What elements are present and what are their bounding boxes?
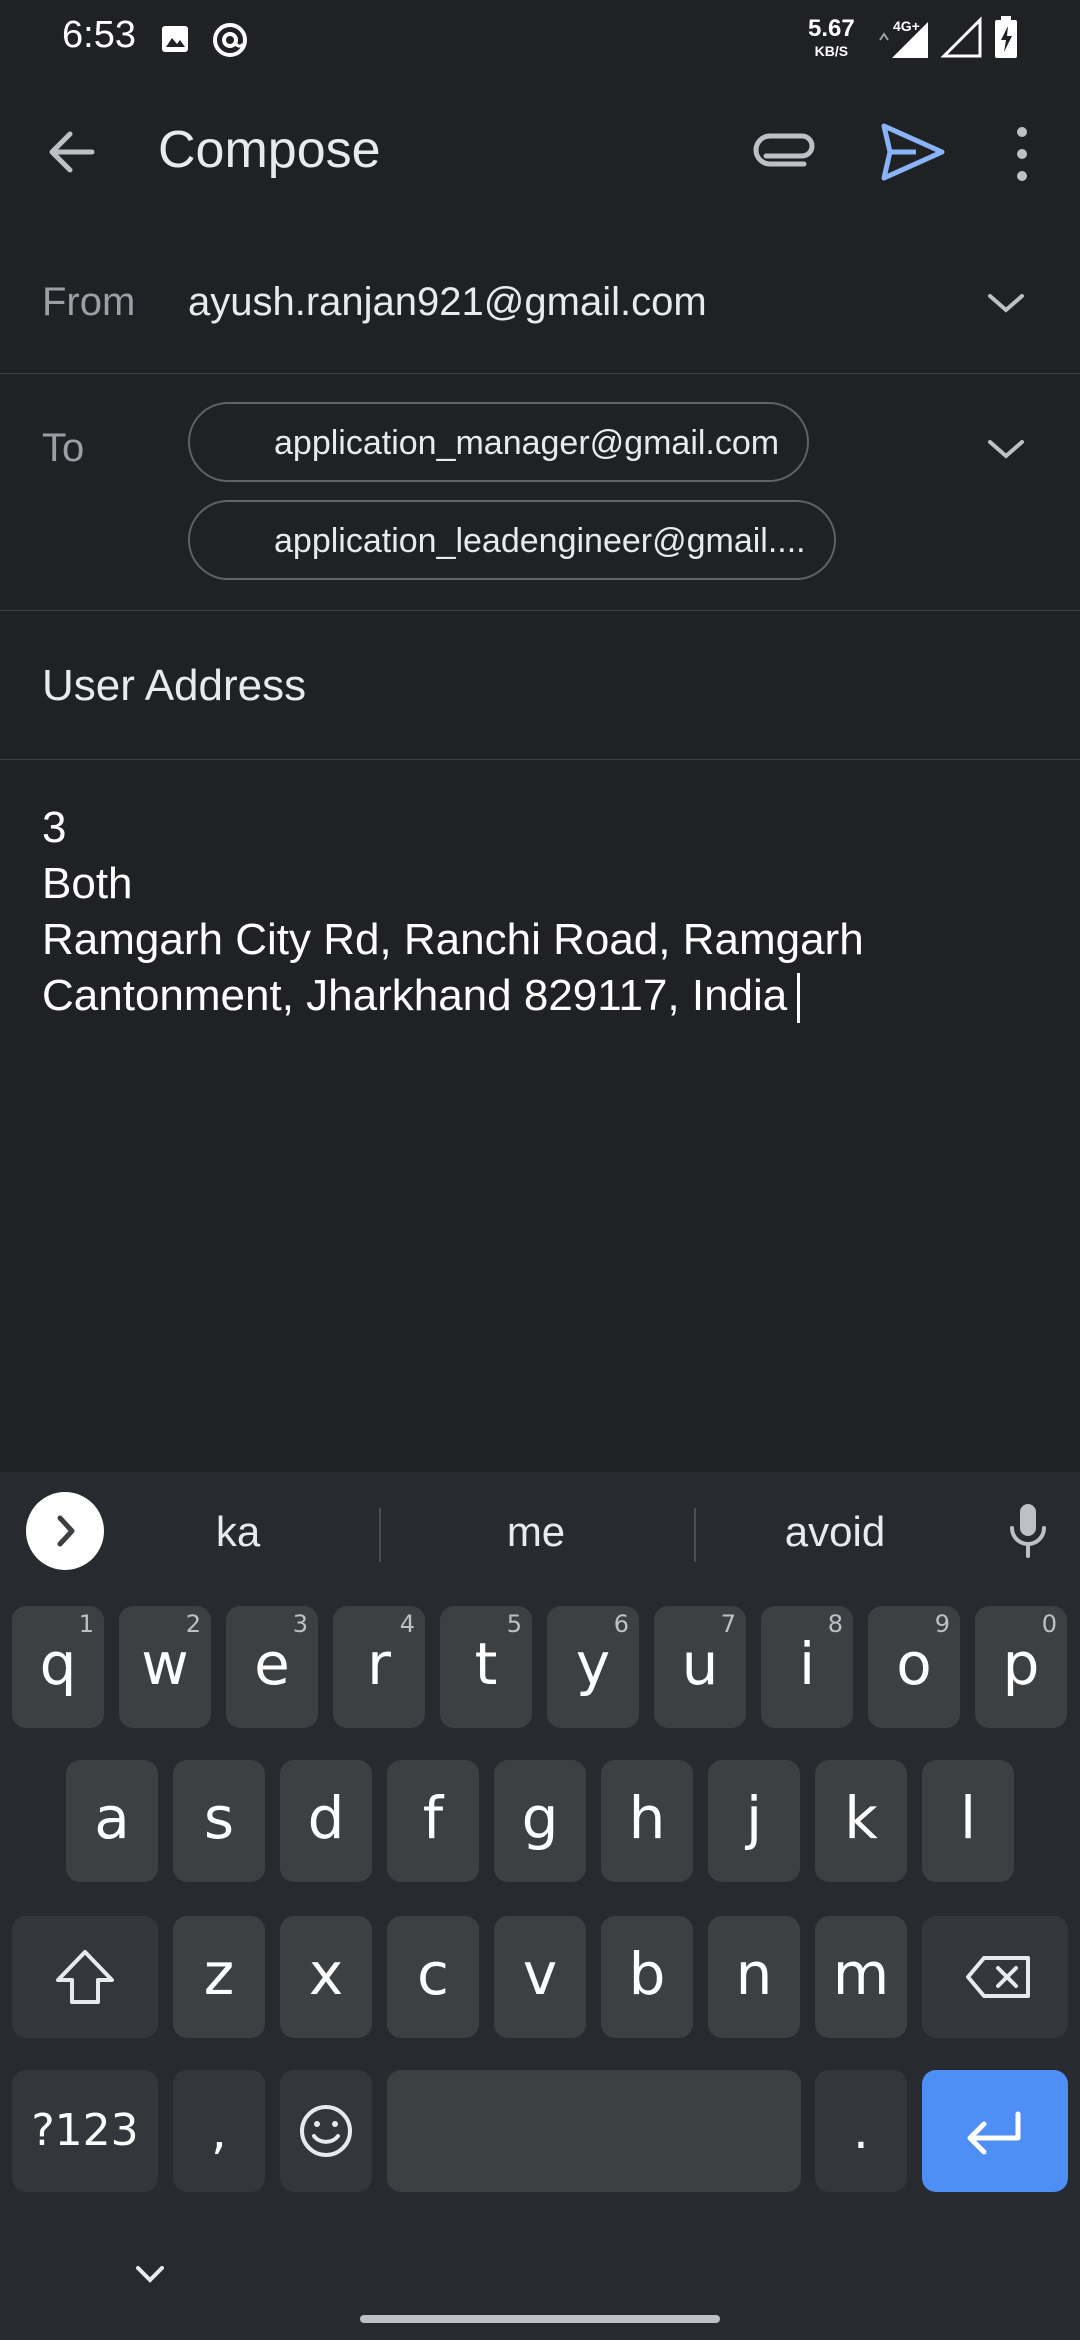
key-k[interactable]: k — [815, 1760, 907, 1882]
backspace-icon — [966, 1956, 1030, 1998]
suggestion-item[interactable]: me — [436, 1508, 636, 1556]
comma-key[interactable]: , — [173, 2070, 265, 2192]
key-w[interactable]: w2 — [119, 1606, 211, 1728]
back-arrow-icon[interactable] — [40, 120, 104, 184]
key-f[interactable]: f — [387, 1760, 479, 1882]
gesture-navigation-bar[interactable] — [360, 2315, 720, 2323]
key-x[interactable]: x — [280, 1916, 372, 2038]
period-key[interactable]: . — [815, 2070, 907, 2192]
chevron-right-icon — [57, 1515, 75, 1547]
image-notification-icon — [162, 26, 188, 52]
key-h[interactable]: h — [601, 1760, 693, 1882]
suggestion-divider — [379, 1508, 381, 1562]
from-row: From ayush.ranjan921@gmail.com — [0, 228, 1080, 374]
shift-key[interactable] — [12, 1916, 158, 2038]
network-speed-unit: KB/S — [814, 43, 849, 59]
backspace-key[interactable] — [922, 1916, 1068, 2038]
key-i[interactable]: i8 — [761, 1606, 853, 1728]
attach-file-icon[interactable] — [752, 120, 820, 188]
enter-arrow-icon — [967, 2111, 1021, 2155]
recipient-chip[interactable]: application_manager@gmail.com — [188, 402, 810, 482]
status-time: 6:53 — [62, 14, 136, 56]
key-u[interactable]: u7 — [654, 1606, 746, 1728]
key-c[interactable]: c — [387, 1916, 479, 2038]
subject-row: User Address — [0, 611, 1080, 760]
emoji-icon — [300, 2105, 352, 2157]
key-j[interactable]: j — [708, 1760, 800, 1882]
app-bar: Compose — [0, 76, 1080, 228]
recipient-chip-label: application_leadengineer@gmail.... — [274, 522, 806, 560]
from-field[interactable]: ayush.ranjan921@gmail.com — [188, 280, 707, 325]
enter-key[interactable] — [922, 2070, 1068, 2192]
to-expand-chevron-icon[interactable] — [984, 434, 1028, 464]
signal-strength-icon — [879, 22, 928, 58]
key-q[interactable]: q1 — [12, 1606, 104, 1728]
subject-field[interactable]: User Address — [42, 661, 306, 711]
suggestion-divider — [694, 1508, 696, 1562]
recipient-chip-label: application_manager@gmail.com — [274, 424, 780, 462]
key-s[interactable]: s — [173, 1760, 265, 1882]
to-row: To application_manager@gmail.com applica… — [0, 374, 1080, 611]
page-title: Compose — [158, 121, 381, 179]
microphone-icon[interactable] — [1004, 1500, 1052, 1560]
recipient-chip[interactable]: application_leadengineer@gmail.... — [188, 500, 836, 580]
key-n[interactable]: n — [708, 1916, 800, 2038]
hide-keyboard-chevron-icon[interactable] — [132, 2262, 168, 2286]
battery-charging-icon — [995, 16, 1017, 58]
key-b[interactable]: b — [601, 1916, 693, 2038]
key-d[interactable]: d — [280, 1760, 372, 1882]
suggestion-item[interactable]: ka — [138, 1508, 338, 1556]
from-label: From — [42, 280, 136, 324]
send-icon[interactable] — [876, 116, 948, 188]
key-m[interactable]: m — [815, 1916, 907, 2038]
space-key[interactable] — [387, 2070, 801, 2192]
signal-strength-2-icon — [940, 16, 982, 58]
from-dropdown-chevron-icon[interactable] — [984, 288, 1028, 318]
key-o[interactable]: o9 — [868, 1606, 960, 1728]
suggestion-strip: ka me avoid — [0, 1472, 1080, 1590]
to-label: To — [42, 426, 85, 470]
emoji-key[interactable] — [280, 2070, 372, 2192]
network-speed: 5.67 KB/S — [808, 15, 855, 62]
keyboard-menu-button[interactable] — [26, 1492, 104, 1570]
key-e[interactable]: e3 — [226, 1606, 318, 1728]
key-t[interactable]: t5 — [440, 1606, 532, 1728]
more-options-icon[interactable] — [1000, 120, 1044, 188]
at-sign-notification-icon — [213, 23, 247, 57]
shift-arrow-icon — [56, 1950, 114, 2004]
key-v[interactable]: v — [494, 1916, 586, 2038]
body-line: Cantonment, Jharkhand 829117, India — [42, 971, 788, 1020]
key-z[interactable]: z — [173, 1916, 265, 2038]
network-speed-value: 5.67 — [808, 15, 855, 42]
key-l[interactable]: l — [922, 1760, 1014, 1882]
body-line: Both — [42, 859, 133, 908]
key-y[interactable]: y6 — [547, 1606, 639, 1728]
key-r[interactable]: r4 — [333, 1606, 425, 1728]
body-line: 3 — [42, 803, 67, 852]
key-g[interactable]: g — [494, 1760, 586, 1882]
status-bar: 6:53 5.67 KB/S 4G+ — [0, 0, 1080, 76]
suggestion-item[interactable]: avoid — [735, 1508, 935, 1556]
text-cursor — [797, 973, 801, 1024]
key-p[interactable]: p0 — [975, 1606, 1067, 1728]
symbols-key[interactable]: ?123 — [12, 2070, 158, 2192]
soft-keyboard: ka me avoid q1 w2 e3 r4 t5 y6 u7 i8 o9 p… — [0, 1472, 1080, 2340]
key-a[interactable]: a — [66, 1760, 158, 1882]
body-editor[interactable]: 3 Both Ramgarh City Rd, Ranchi Road, Ram… — [42, 800, 864, 1024]
body-line: Ramgarh City Rd, Ranchi Road, Ramgarh — [42, 915, 864, 964]
